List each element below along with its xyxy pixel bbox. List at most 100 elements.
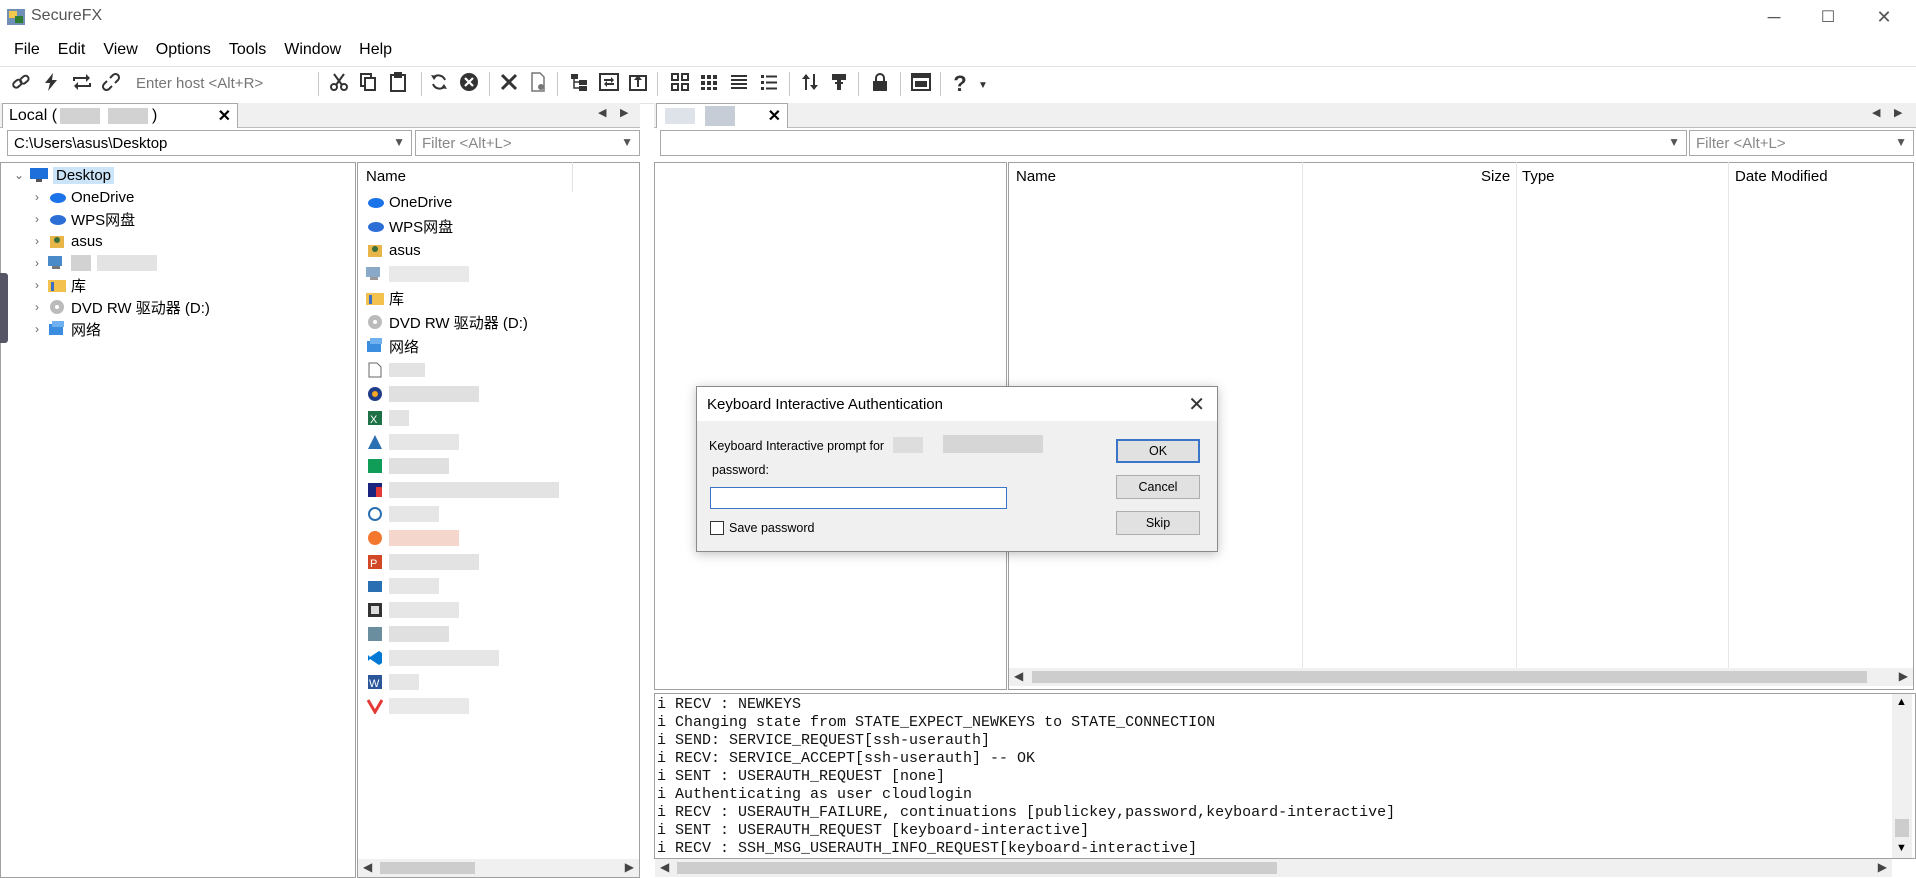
menu-view[interactable]: View — [94, 36, 146, 64]
lock-button[interactable] — [866, 70, 894, 98]
maximize-button[interactable]: ☐ — [1799, 0, 1857, 34]
scroll-up-icon[interactable]: ▲ — [1896, 696, 1907, 708]
dropdown-arrow-icon[interactable]: ▼ — [978, 80, 988, 91]
tab-scroll-left-icon[interactable]: ◀ — [1872, 106, 1880, 119]
tab-remote[interactable]: ✕ — [656, 103, 788, 128]
expand-icon[interactable]: › — [28, 234, 46, 248]
list-item[interactable] — [364, 647, 499, 669]
minimize-button[interactable]: ─ — [1745, 0, 1803, 34]
menu-tools[interactable]: Tools — [220, 36, 275, 64]
scroll-thumb[interactable] — [380, 862, 475, 874]
close-tab-icon[interactable]: ✕ — [768, 106, 781, 126]
list-item[interactable] — [364, 695, 469, 717]
list-item[interactable]: W — [364, 671, 419, 693]
menu-file[interactable]: File — [0, 36, 49, 64]
scroll-down-icon[interactable]: ▼ — [1896, 842, 1907, 854]
list-item[interactable]: OneDrive — [364, 191, 452, 213]
local-list-hscrollbar[interactable]: ◀ ▶ — [358, 859, 639, 877]
list-item[interactable] — [364, 623, 449, 645]
tab-scroll-left-icon[interactable]: ◀ — [598, 106, 606, 119]
copy-button[interactable] — [354, 70, 382, 98]
details-view-button[interactable] — [755, 70, 783, 98]
ok-button[interactable]: OK — [1116, 439, 1200, 463]
list-item[interactable]: asus — [364, 239, 421, 261]
save-password-checkbox[interactable] — [710, 521, 724, 535]
large-icons-view-button[interactable] — [666, 70, 694, 98]
close-window-button[interactable]: ✕ — [1855, 0, 1913, 34]
list-item[interactable] — [364, 575, 439, 597]
list-item[interactable] — [364, 503, 439, 525]
tab-scroll-right-icon[interactable]: ▶ — [620, 106, 628, 119]
list-item[interactable]: P — [364, 551, 479, 573]
list-item[interactable]: WPS网盘 — [364, 215, 453, 237]
password-input[interactable] — [710, 487, 1007, 509]
save-password-label[interactable]: Save password — [729, 521, 814, 535]
local-filter-combobox[interactable]: Filter <Alt+L> ▼ — [415, 130, 640, 156]
collapse-icon[interactable]: ⌄ — [10, 168, 28, 182]
menu-help[interactable]: Help — [350, 36, 401, 64]
log-hscrollbar[interactable]: ◀ ▶ — [655, 859, 1892, 877]
tree-item-computer[interactable]: › — [28, 252, 157, 274]
sync-button[interactable] — [595, 70, 623, 98]
tree-item-onedrive[interactable]: › OneDrive — [28, 186, 134, 208]
list-view-button[interactable] — [725, 70, 753, 98]
dialog-close-icon[interactable]: ✕ — [1188, 392, 1205, 417]
scroll-left-icon[interactable]: ◀ — [363, 860, 372, 874]
expand-icon[interactable]: › — [28, 190, 46, 204]
scroll-thumb[interactable] — [1032, 671, 1867, 683]
expand-icon[interactable]: › — [28, 300, 46, 314]
list-item[interactable] — [364, 479, 559, 501]
column-header-name[interactable]: Name — [366, 168, 406, 185]
local-path-combobox[interactable]: C:\Users\asus\Desktop ▼ — [7, 130, 412, 156]
expand-icon[interactable]: › — [28, 256, 46, 270]
menu-edit[interactable]: Edit — [49, 36, 95, 64]
remote-path-combobox[interactable]: ▼ — [660, 130, 1687, 156]
session-options-button[interactable] — [907, 70, 935, 98]
scroll-left-icon[interactable]: ◀ — [660, 860, 669, 874]
disconnect-button[interactable] — [97, 70, 125, 98]
list-item[interactable] — [364, 383, 479, 405]
host-input[interactable] — [130, 71, 327, 95]
tree-item-wps[interactable]: › WPS网盘 — [28, 208, 135, 230]
column-header-name[interactable]: Name — [1016, 168, 1056, 185]
upload-button[interactable] — [624, 70, 652, 98]
column-header-date-modified[interactable]: Date Modified — [1735, 168, 1828, 185]
small-icons-view-button[interactable] — [695, 70, 723, 98]
refresh-button[interactable] — [425, 70, 453, 98]
list-item[interactable] — [364, 431, 459, 453]
skip-button[interactable]: Skip — [1116, 511, 1200, 535]
list-item[interactable]: 库 — [364, 287, 404, 309]
list-item[interactable] — [364, 263, 469, 285]
paste-button[interactable] — [384, 70, 412, 98]
help-button[interactable]: ? — [946, 70, 974, 98]
tree-item-desktop[interactable]: ⌄ Desktop — [10, 164, 115, 186]
tree-item-dvd[interactable]: › DVD RW 驱动器 (D:) — [28, 296, 210, 318]
list-item[interactable]: DVD RW 驱动器 (D:) — [364, 311, 528, 333]
expand-icon[interactable]: › — [28, 212, 46, 226]
quick-connect-button[interactable] — [37, 70, 65, 98]
connect-button[interactable] — [7, 70, 35, 98]
scroll-left-icon[interactable]: ◀ — [1014, 669, 1023, 683]
properties-button[interactable] — [524, 70, 552, 98]
scroll-thumb[interactable] — [677, 862, 1277, 874]
stop-button[interactable] — [455, 70, 483, 98]
scroll-right-icon[interactable]: ▶ — [1878, 860, 1887, 874]
scroll-right-icon[interactable]: ▶ — [625, 860, 634, 874]
log-vscrollbar[interactable]: ▲ ▼ — [1892, 694, 1912, 858]
list-item[interactable] — [364, 599, 459, 621]
session-log[interactable]: i RECV : NEWKEYS i Changing state from S… — [654, 693, 1916, 859]
tree-item-network[interactable]: › 网络 — [28, 318, 101, 340]
tree-item-asus[interactable]: › asus — [28, 230, 103, 252]
cut-button[interactable] — [325, 70, 353, 98]
side-dock-handle[interactable] — [0, 273, 8, 343]
list-item[interactable]: X — [364, 407, 409, 429]
tree-view-button[interactable] — [565, 70, 593, 98]
scroll-thumb[interactable] — [1895, 819, 1909, 837]
expand-icon[interactable]: › — [28, 278, 46, 292]
scroll-right-icon[interactable]: ▶ — [1899, 669, 1908, 683]
list-item[interactable] — [364, 455, 449, 477]
column-header-type[interactable]: Type — [1522, 168, 1555, 185]
list-item[interactable] — [364, 359, 425, 381]
tab-local[interactable]: Local ( ) ✕ — [2, 103, 238, 128]
menu-window[interactable]: Window — [275, 36, 350, 64]
